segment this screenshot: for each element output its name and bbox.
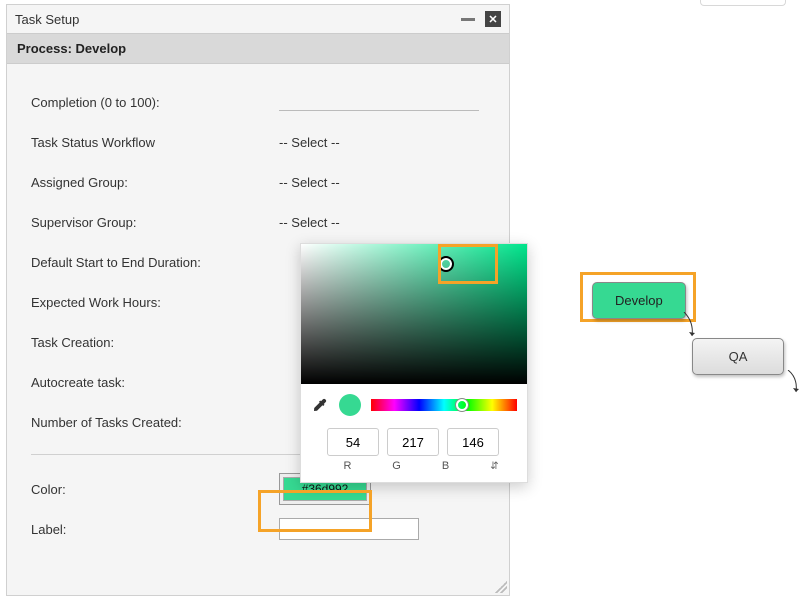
flow-node-qa[interactable]: QA [692, 338, 784, 375]
color-picker-popover: R G B ⇵ [300, 243, 528, 483]
close-icon[interactable]: ✕ [485, 11, 501, 27]
supervisor-select[interactable]: -- Select -- [279, 215, 485, 230]
label-completion: Completion (0 to 100): [31, 95, 279, 110]
eyedropper-icon[interactable] [311, 396, 329, 414]
flow-node-develop[interactable]: Develop [592, 282, 686, 319]
assigned-select[interactable]: -- Select -- [279, 175, 485, 190]
g-input[interactable] [387, 428, 439, 456]
offscreen-node-fragment [700, 0, 786, 6]
label-numtasks: Number of Tasks Created: [31, 415, 279, 430]
label-workflow: Task Status Workflow [31, 135, 279, 150]
hue-cursor-icon[interactable] [456, 399, 468, 411]
r-input[interactable] [327, 428, 379, 456]
b-input[interactable] [447, 428, 499, 456]
label-label: Label: [31, 522, 279, 537]
dialog-titlebar: Task Setup ✕ [7, 5, 509, 33]
b-label: B [425, 460, 466, 472]
dialog-title: Task Setup [15, 12, 79, 27]
resize-grip-icon[interactable] [495, 581, 507, 593]
label-creation: Task Creation: [31, 335, 279, 350]
dialog-subtitle: Process: Develop [7, 33, 509, 64]
label-assigned: Assigned Group: [31, 175, 279, 190]
label-expected: Expected Work Hours: [31, 295, 279, 310]
label-color: Color: [31, 482, 279, 497]
label-duration: Default Start to End Duration: [31, 255, 279, 270]
label-autocreate: Autocreate task: [31, 375, 279, 390]
color-mode-toggle-icon[interactable]: ⇵ [474, 461, 515, 472]
hue-slider[interactable] [371, 399, 517, 411]
sv-gradient-area[interactable] [301, 244, 527, 384]
sv-cursor-icon[interactable] [440, 258, 452, 270]
arrow-qa-out-icon [786, 370, 800, 398]
r-label: R [327, 460, 368, 472]
completion-input[interactable] [279, 93, 479, 111]
current-color-swatch [339, 394, 361, 416]
arrow-develop-to-qa-icon [682, 312, 696, 342]
minimize-icon[interactable] [461, 18, 475, 21]
label-supervisor: Supervisor Group: [31, 215, 279, 230]
g-label: G [376, 460, 417, 472]
workflow-select[interactable]: -- Select -- [279, 135, 485, 150]
label-input[interactable] [279, 518, 419, 540]
